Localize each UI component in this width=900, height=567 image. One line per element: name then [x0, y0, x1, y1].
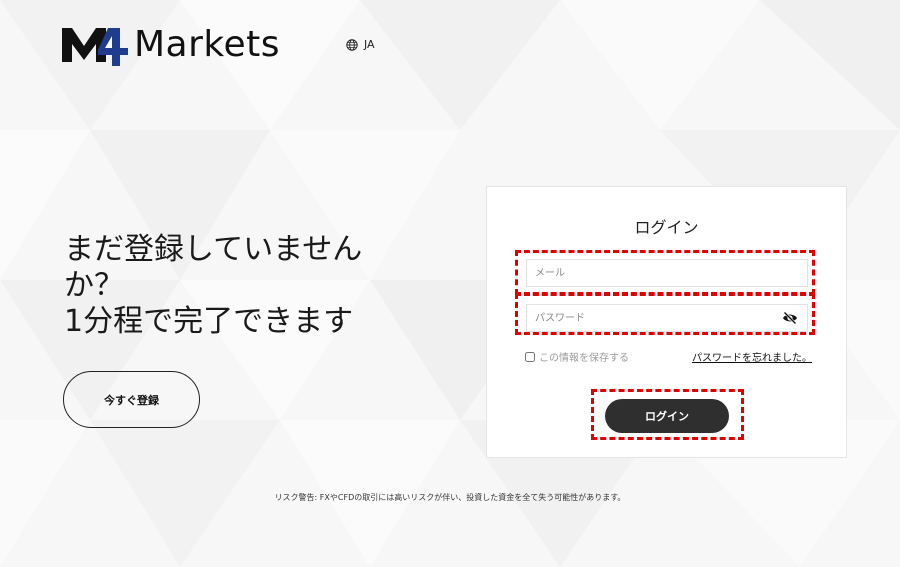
password-input[interactable]: [526, 304, 808, 332]
heading-line-3: 1分程で完了できます: [64, 304, 354, 339]
login-button[interactable]: ログイン: [605, 399, 729, 433]
eye-off-icon[interactable]: [782, 310, 798, 326]
risk-warning: リスク警告: FXやCFDの取引には高いリスクが伴い、投資した資金を全て失う可能…: [274, 493, 626, 502]
heading-line-2: か？: [64, 268, 124, 303]
register-now-button[interactable]: 今すぐ登録: [63, 371, 200, 428]
forgot-password-link[interactable]: パスワードを忘れました。: [692, 349, 812, 364]
logo-text: Markets: [134, 24, 281, 65]
email-input[interactable]: [526, 259, 808, 287]
language-label: JA: [364, 38, 375, 51]
remember-label: この情報を保存する: [539, 353, 629, 364]
login-card: ログイン この情報を保存する パスワードを忘れました。 ログイン: [486, 186, 847, 458]
heading-line-1: まだ登録していません: [64, 232, 363, 267]
brand-logo[interactable]: Markets: [62, 24, 280, 66]
language-selector[interactable]: JA: [346, 38, 375, 51]
login-title: ログイン: [634, 218, 699, 237]
remember-checkbox[interactable]: [525, 351, 535, 362]
m4-logo-mark: [62, 28, 128, 66]
signup-prompt-heading: まだ登録していません か？ 1分程で完了できます: [64, 232, 394, 340]
globe-icon: [346, 38, 358, 51]
remember-me[interactable]: この情報を保存する: [525, 349, 629, 364]
